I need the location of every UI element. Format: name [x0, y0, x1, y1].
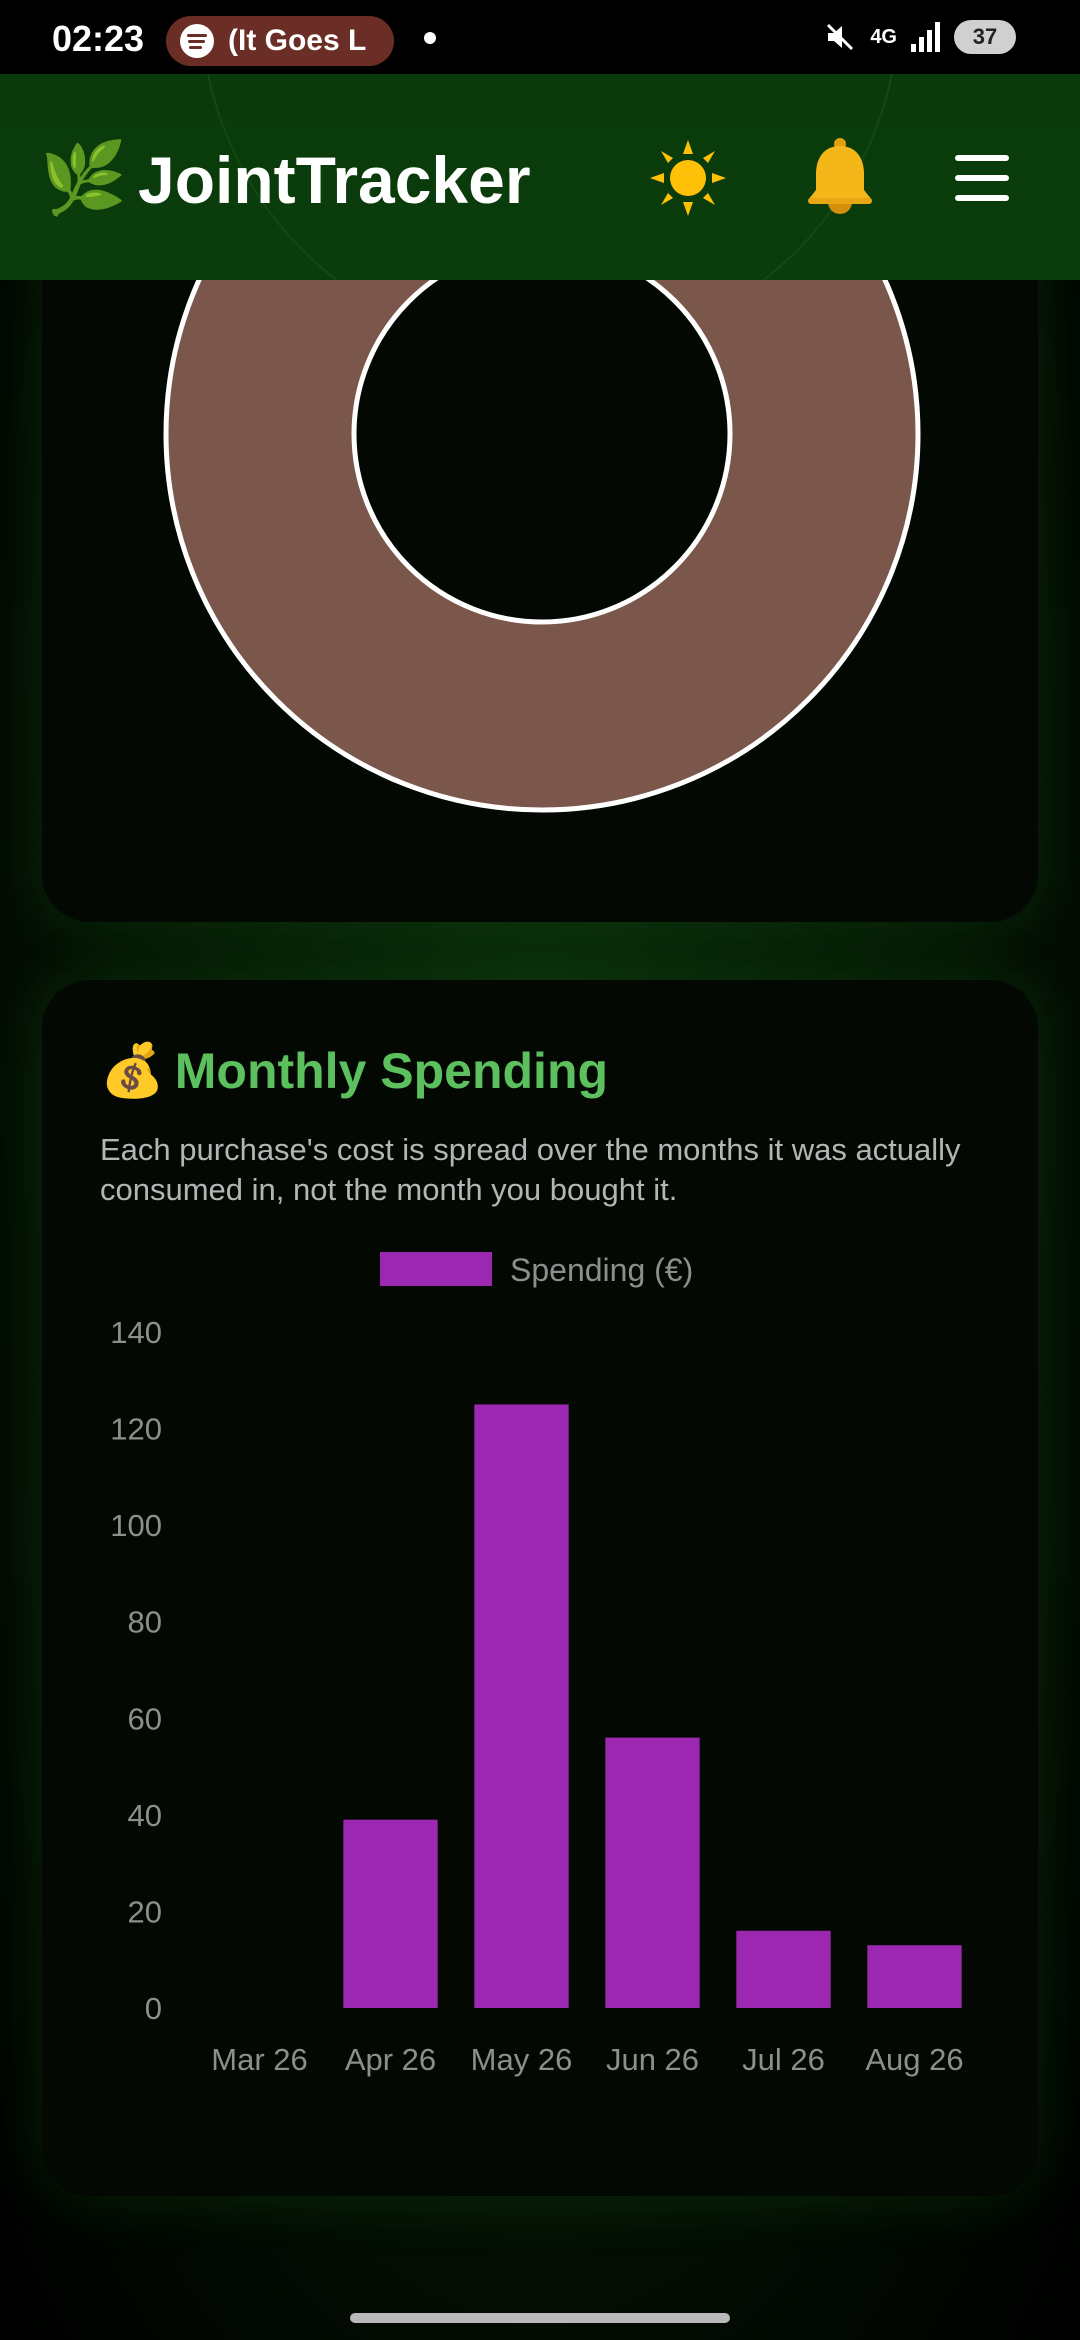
category-chart-card [42, 180, 1038, 922]
y-tick-label: 60 [128, 1701, 162, 1736]
y-tick-label: 120 [110, 1412, 162, 1447]
home-indicator[interactable] [350, 2313, 730, 2323]
signal-icon [911, 22, 940, 52]
y-tick-label: 20 [128, 1894, 162, 1929]
y-tick-label: 100 [110, 1508, 162, 1543]
bar [867, 1945, 962, 2008]
mute-icon [824, 21, 856, 53]
x-tick-label: Aug 26 [865, 2042, 963, 2077]
network-type: 4G [870, 26, 897, 48]
sun-icon [650, 140, 726, 216]
media-title: (It Goes L [228, 24, 367, 57]
card-description: Each purchase's cost is spread over the … [100, 1132, 961, 1207]
x-tick-label: Jun 26 [606, 2042, 699, 2077]
card-title: 💰 Monthly Spending [100, 1040, 608, 1101]
x-tick-label: May 26 [471, 2042, 573, 2077]
x-tick-label: Mar 26 [211, 2042, 307, 2077]
y-tick-label: 140 [110, 1315, 162, 1350]
spending-bar-chart: Spending (€) 0 20 40 60 80 100 120 140 Mar 26 Apr … [110, 1252, 964, 2077]
y-tick-label: 40 [128, 1798, 162, 1833]
donut-hole [351, 243, 733, 625]
app-header: 🌿 JointTracker [0, 74, 1080, 280]
app-title[interactable]: JointTracker [138, 142, 531, 218]
status-bar: 02:23 (It Goes L 4G 37 [0, 0, 1080, 74]
legend-swatch [380, 1252, 492, 1286]
bar [474, 1404, 569, 2008]
bell-icon [808, 138, 872, 214]
legend-label: Spending (€) [510, 1252, 693, 1288]
bar [605, 1737, 700, 2008]
theme-toggle-button[interactable] [642, 132, 734, 224]
menu-button[interactable] [936, 132, 1028, 224]
battery-icon: 37 [954, 20, 1016, 54]
notifications-button[interactable] [794, 132, 886, 224]
bar [736, 1930, 831, 2008]
leaf-logo-icon: 🌿 [40, 139, 128, 217]
monthly-spending-card: 💰 Monthly Spending Each purchase's cost … [42, 980, 1038, 2196]
x-tick-label: Apr 26 [345, 2042, 436, 2077]
media-notification-pill[interactable]: (It Goes L [166, 16, 394, 66]
status-time: 02:23 [52, 18, 145, 59]
bar [343, 1819, 438, 2008]
y-tick-label: 0 [145, 1991, 162, 2026]
status-icons: 4G 37 [824, 20, 1016, 54]
money-bag-icon: 💰 [100, 1042, 165, 1100]
notification-dot-icon [424, 32, 436, 44]
card-title-text: Monthly Spending [174, 1042, 609, 1099]
spotify-icon [180, 24, 214, 58]
y-tick-label: 80 [128, 1605, 162, 1640]
hamburger-menu-icon [955, 155, 1009, 201]
x-tick-label: Jul 26 [742, 2042, 825, 2077]
